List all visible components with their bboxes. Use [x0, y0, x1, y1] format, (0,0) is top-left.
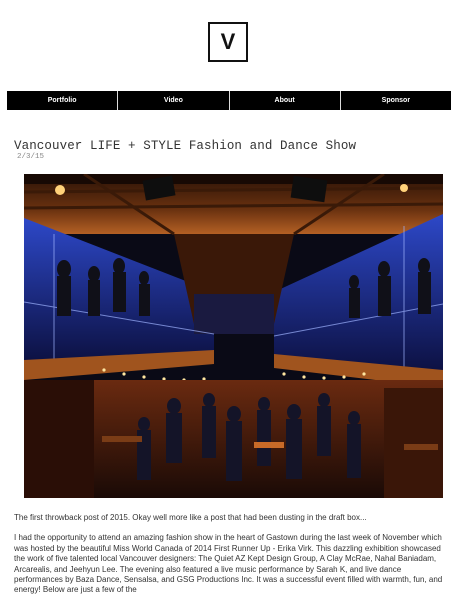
main-nav: Portfolio Video About Sponsor — [7, 91, 451, 110]
site-logo[interactable]: V — [208, 22, 248, 62]
post-body: The first throwback post of 2015. Okay w… — [14, 513, 444, 606]
nav-portfolio[interactable]: Portfolio — [7, 91, 119, 110]
venue-photo-illustration — [24, 174, 443, 498]
nav-about[interactable]: About — [230, 91, 341, 110]
nav-video[interactable]: Video — [118, 91, 230, 110]
post-photo[interactable] — [24, 174, 443, 498]
post-title[interactable]: Vancouver LIFE + STYLE Fashion and Dance… — [14, 139, 356, 153]
nav-sponsor[interactable]: Sponsor — [341, 91, 451, 110]
post-paragraph-1: The first throwback post of 2015. Okay w… — [14, 513, 367, 522]
logo-letter: V — [220, 29, 236, 54]
post-date: 2/3/15 — [17, 153, 45, 161]
post-paragraph-2: I had the opportunity to attend an amazi… — [14, 533, 443, 595]
